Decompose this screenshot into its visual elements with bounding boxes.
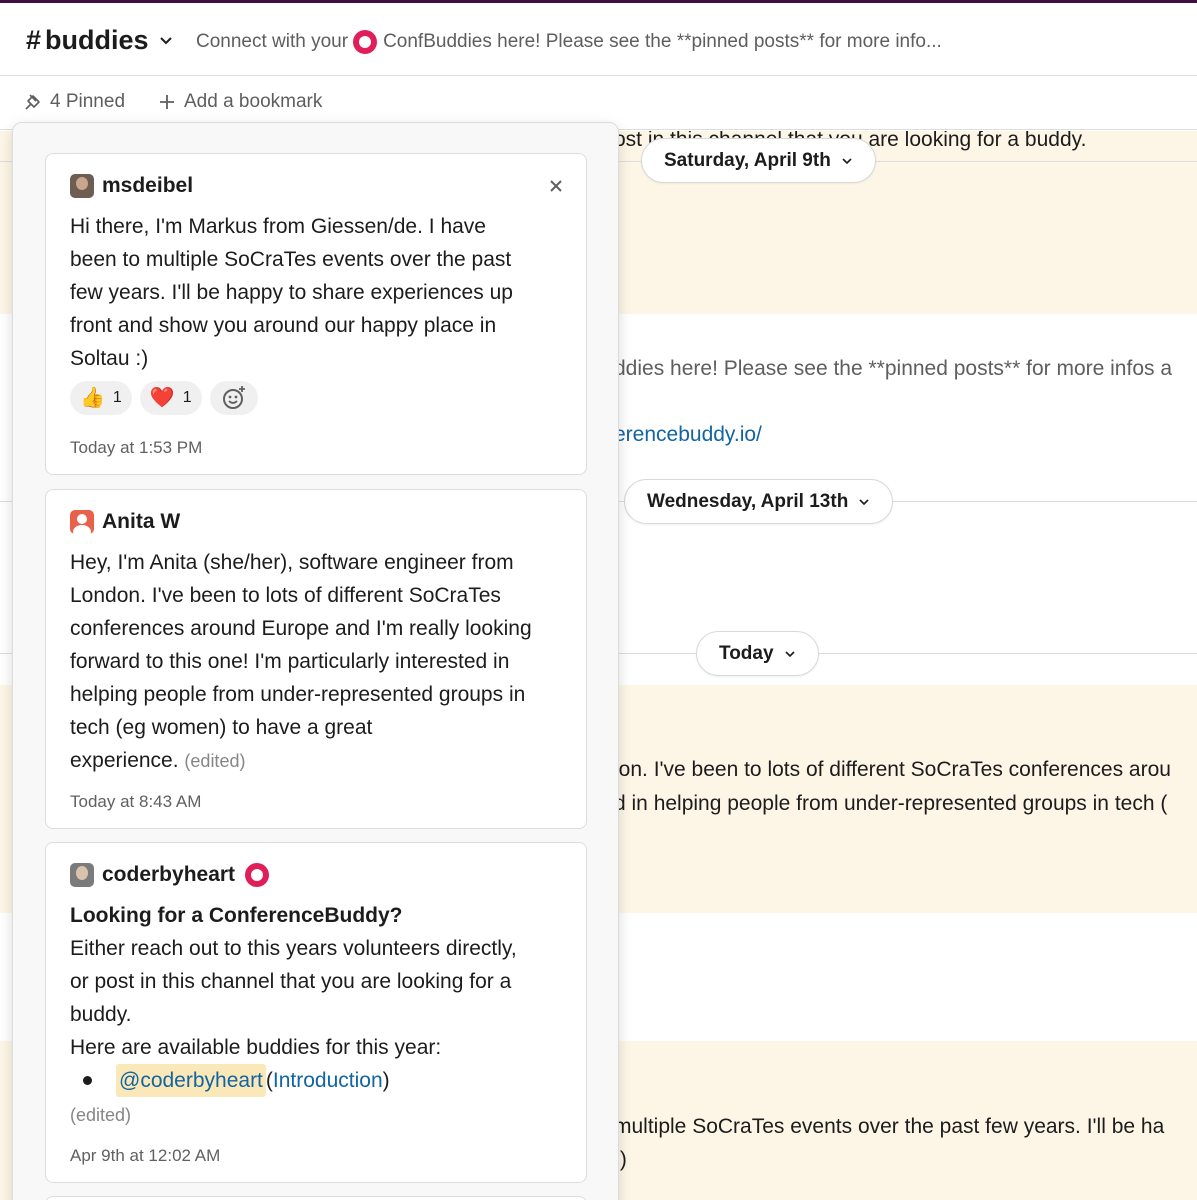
body-line: buddy. — [70, 1003, 132, 1026]
body-line: Soltau :) — [70, 347, 149, 370]
pinned-items-panel: msdeibel Hi there, I'm Markus from Giess… — [12, 122, 619, 1200]
author-name: Anita W — [102, 510, 181, 533]
edited-marker: (edited) — [70, 1105, 132, 1125]
body-line: conferences around Europe and I'm really… — [70, 617, 532, 640]
edited-marker: (edited) — [184, 751, 246, 771]
date-jump-today[interactable]: Today — [696, 631, 819, 676]
heart-icon: ❤️ — [149, 387, 175, 409]
confbuddy-badge-icon — [245, 863, 270, 887]
pinned-message-card[interactable]: coderbyheart Looking for a ConferenceBud… — [45, 842, 587, 1183]
add-bookmark-label: Add a bookmark — [184, 91, 323, 112]
pinned-message-card[interactable]: msdeibel Hi there, I'm Markus from Giess… — [45, 153, 587, 475]
message-text: lon. I've been to lots of different SoCr… — [614, 758, 1171, 781]
reaction-thumbs-up[interactable]: 👍 1 — [70, 381, 132, 415]
add-emoji-icon — [222, 386, 245, 409]
unpin-close-button[interactable] — [546, 176, 566, 196]
chevron-down-icon — [784, 647, 796, 661]
author-name: coderbyheart — [102, 863, 236, 886]
body-line: tech (eg women) to have a great — [70, 716, 373, 739]
message-author[interactable]: msdeibel — [70, 174, 193, 198]
bullet — [83, 1076, 92, 1085]
message-timestamp[interactable]: Apr 9th at 12:02 AM — [70, 1146, 220, 1166]
message-text: multiple SoCraTes events over the past f… — [614, 1115, 1165, 1138]
chevron-down-icon — [841, 154, 853, 168]
author-name: msdeibel — [102, 174, 194, 197]
channel-name-label: buddies — [45, 24, 149, 55]
reaction-count: 1 — [182, 389, 192, 406]
message-link[interactable]: erencebuddy.io/ — [614, 423, 762, 447]
avatar — [70, 174, 94, 198]
channel-header: # buddies Connect with your ConfBuddies … — [0, 3, 1197, 76]
pinned-count-label: 4 Pinned — [50, 91, 126, 112]
message-author[interactable]: Anita W — [70, 510, 180, 534]
body-line: experience. (edited) — [70, 744, 532, 778]
chevron-down-icon — [159, 33, 173, 50]
pinned-items-button[interactable]: 4 Pinned — [24, 91, 125, 113]
message-title: Looking for a ConferenceBuddy? — [70, 904, 403, 927]
message-body: Hey, I'm Anita (she/her), software engin… — [70, 546, 532, 778]
body-line: forward to this one! I'm particularly in… — [70, 650, 510, 673]
body-line: London. I've been to lots of different S… — [70, 584, 501, 607]
message-text: ddies here! Please see the **pinned post… — [614, 357, 1173, 380]
channel-name-button[interactable]: # buddies — [26, 23, 173, 57]
avatar — [70, 863, 94, 887]
reaction-heart[interactable]: ❤️ 1 — [139, 381, 202, 415]
reaction-count: 1 — [112, 389, 122, 406]
date-jump-wednesday[interactable]: Wednesday, April 13th — [624, 479, 894, 524]
message-text: d in helping people from under-represent… — [614, 792, 1168, 815]
reactions-row: 👍 1 ❤️ 1 — [70, 381, 258, 415]
body-line: Hi there, I'm Markus from Giessen/de. I … — [70, 215, 486, 238]
date-jump-saturday[interactable]: Saturday, April 9th — [641, 138, 876, 183]
introduction-link[interactable]: Introduction — [273, 1064, 383, 1097]
message-body: Looking for a ConferenceBuddy? Either re… — [70, 899, 517, 1133]
message-body: Hi there, I'm Markus from Giessen/de. I … — [70, 210, 513, 375]
user-mention[interactable]: @coderbyheart — [116, 1064, 266, 1097]
avatar — [70, 510, 94, 534]
date-label: Today — [719, 642, 774, 664]
body-line: helping people from under-represented gr… — [70, 683, 526, 706]
list-item: @coderbyheart (Introduction) — [70, 1064, 517, 1097]
pinned-message-card[interactable] — [45, 1196, 587, 1200]
add-bookmark-button[interactable]: Add a bookmark — [158, 91, 322, 113]
paren: ) — [382, 1069, 390, 1092]
message-timestamp[interactable]: Today at 1:53 PM — [70, 438, 202, 458]
body-line: Either reach out to this years volunteer… — [70, 937, 517, 960]
date-label: Saturday, April 9th — [664, 149, 831, 171]
pin-icon — [25, 94, 40, 110]
paren: ( — [265, 1069, 273, 1092]
body-line: been to multiple SoCraTes events over th… — [70, 248, 512, 271]
message-author[interactable]: coderbyheart — [70, 863, 270, 887]
body-line: or post in this channel that you are loo… — [70, 970, 512, 993]
topic-text-start: Connect with your — [196, 31, 349, 52]
thumbs-up-icon: 👍 — [80, 387, 105, 409]
plus-icon — [160, 95, 174, 109]
message-timestamp[interactable]: Today at 8:43 AM — [70, 792, 201, 812]
body-line: front and show you around our happy plac… — [70, 314, 497, 337]
confbuddy-emoji-icon — [353, 30, 378, 54]
channel-topic[interactable]: Connect with your ConfBuddies here! Plea… — [196, 30, 942, 54]
body-line: Here are available buddies for this year… — [70, 1036, 442, 1059]
close-icon — [550, 180, 562, 192]
chevron-down-icon — [858, 495, 870, 509]
topic-text-end: ConfBuddies here! Please see the **pinne… — [383, 31, 942, 52]
body-line: few years. I'll be happy to share experi… — [70, 281, 513, 304]
pinned-message-card[interactable]: Anita W Hey, I'm Anita (she/her), softwa… — [45, 489, 587, 829]
add-reaction-button[interactable] — [209, 381, 258, 415]
channel-hash: # — [26, 24, 42, 55]
body-line: Hey, I'm Anita (she/her), software engin… — [70, 551, 514, 574]
date-label: Wednesday, April 13th — [647, 490, 849, 512]
body-line-text: experience. — [70, 749, 179, 772]
